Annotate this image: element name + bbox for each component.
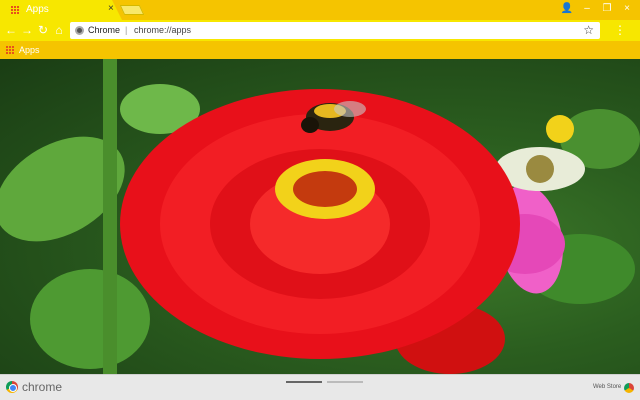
web-store-icon[interactable]	[624, 383, 634, 393]
toolbar: ← → ↻ ⌂ Chrome | chrome://apps ☆ ⋮	[0, 20, 640, 41]
user-icon[interactable]: 👤	[558, 2, 576, 16]
chrome-wordmark: chrome	[22, 380, 63, 394]
window-controls: 👤 – ❐ ×	[558, 2, 636, 16]
page-indicator-2[interactable]	[327, 381, 363, 383]
menu-icon[interactable]: ⋮	[614, 23, 626, 37]
omnibox[interactable]: Chrome | chrome://apps ☆	[70, 22, 600, 39]
apps-grid-icon	[11, 6, 19, 14]
home-icon[interactable]: ⌂	[52, 23, 66, 37]
reload-icon[interactable]: ↻	[36, 23, 50, 37]
page-indicator-active[interactable]	[286, 381, 322, 383]
web-store-label[interactable]: Web Store	[593, 384, 621, 390]
bookmarks-bar: Apps	[0, 41, 640, 59]
bookmark-star-icon[interactable]: ☆	[583, 23, 594, 37]
tab-title: Apps	[26, 4, 49, 15]
tab-apps[interactable]: Apps ×	[0, 0, 122, 20]
omnibox-separator: |	[125, 25, 128, 35]
restore-button[interactable]: ❐	[598, 2, 616, 16]
yellow-flower	[546, 115, 574, 143]
back-icon[interactable]: ←	[4, 23, 18, 37]
minimize-button[interactable]: –	[578, 2, 596, 16]
bookmark-apps-label: Apps	[19, 45, 40, 55]
leaf	[30, 269, 150, 369]
bookmark-apps[interactable]: Apps	[6, 45, 40, 55]
apps-grid-icon	[6, 46, 14, 54]
wallpaper	[0, 59, 640, 374]
tab-close-icon[interactable]: ×	[108, 3, 114, 14]
url-text[interactable]: chrome://apps	[134, 25, 191, 35]
stem	[103, 59, 117, 374]
omnibox-chrome-label: Chrome	[88, 25, 121, 35]
chrome-page-icon	[75, 26, 84, 35]
flower-illustration	[0, 59, 640, 374]
new-tab-button[interactable]	[119, 5, 145, 15]
chrome-logo-icon	[6, 381, 18, 393]
tab-strip: Apps × 👤 – ❐ ×	[0, 0, 640, 20]
forward-icon[interactable]: →	[20, 23, 34, 37]
close-window-button[interactable]: ×	[618, 2, 636, 16]
apps-shelf: chrome Web Store	[0, 374, 640, 400]
